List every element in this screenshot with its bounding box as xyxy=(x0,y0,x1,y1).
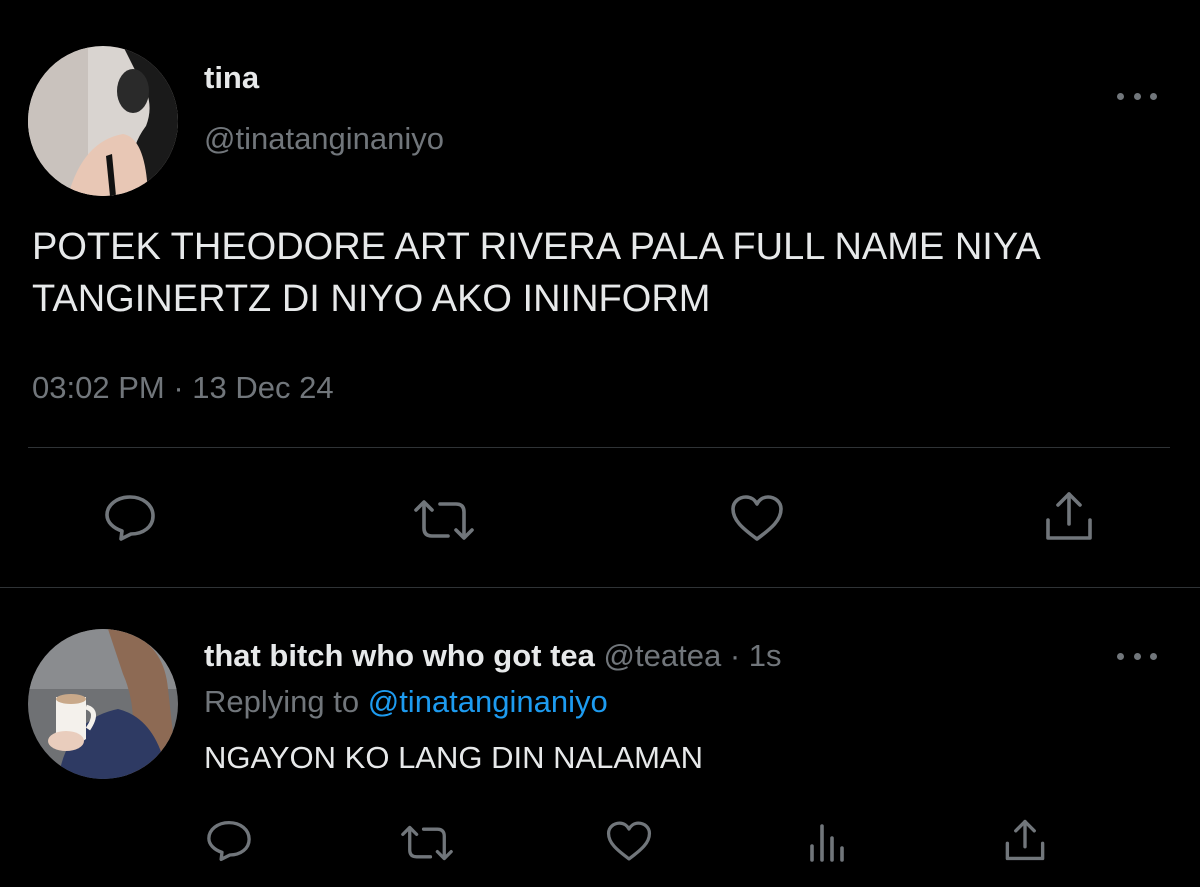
avatar[interactable] xyxy=(28,629,178,779)
user-handle[interactable]: @teatea xyxy=(604,638,722,673)
replying-prefix: Replying to xyxy=(204,684,360,719)
tweet-date: 13 Dec 24 xyxy=(192,370,334,405)
avatar[interactable] xyxy=(28,46,178,196)
tweet-timestamp[interactable]: 03:02 PM · 13 Dec 24 xyxy=(32,370,334,406)
more-options-icon[interactable] xyxy=(1117,86,1157,106)
retweet-icon[interactable] xyxy=(412,498,476,542)
tweet-thread: tina @tinatanginaniyo POTEK THEODORE ART… xyxy=(0,0,1200,887)
thread-divider xyxy=(0,587,1200,588)
display-name[interactable]: that bitch who who got tea xyxy=(204,638,595,673)
replying-to-link[interactable]: @tinatanginaniyo xyxy=(368,684,608,719)
like-icon[interactable] xyxy=(606,820,652,862)
reply-icon[interactable] xyxy=(104,494,156,542)
meta-separator: · xyxy=(173,370,184,405)
divider xyxy=(28,447,1170,448)
display-name[interactable]: tina xyxy=(204,60,259,96)
reply-header: that bitch who who got tea @teatea · 1s xyxy=(204,638,782,674)
user-handle[interactable]: @tinatanginaniyo xyxy=(204,121,444,157)
replying-to: Replying to @tinatanginaniyo xyxy=(204,684,608,720)
like-icon[interactable] xyxy=(730,494,784,542)
share-icon[interactable] xyxy=(1004,818,1046,862)
tweet-time: 03:02 PM xyxy=(32,370,165,405)
retweet-icon[interactable] xyxy=(399,824,455,862)
more-options-icon[interactable] xyxy=(1117,646,1157,666)
tweet-text: POTEK THEODORE ART RIVERA PALA FULL NAME… xyxy=(32,226,1041,320)
reply-icon[interactable] xyxy=(206,820,252,862)
analytics-icon[interactable] xyxy=(806,822,848,862)
tweet-text: NGAYON KO LANG DIN NALAMAN xyxy=(204,740,703,775)
meta-separator: · xyxy=(729,638,741,673)
share-icon[interactable] xyxy=(1044,490,1094,542)
tweet-time[interactable]: 1s xyxy=(749,638,782,673)
